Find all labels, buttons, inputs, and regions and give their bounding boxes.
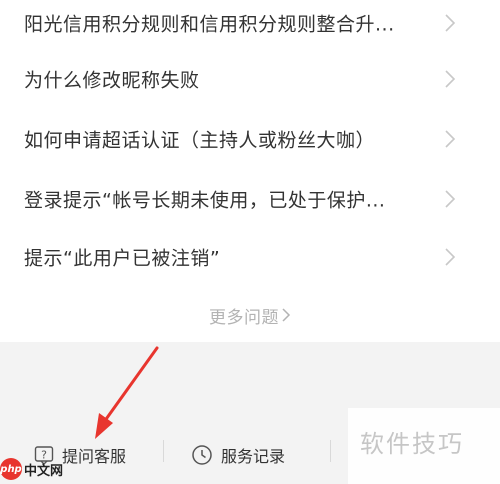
red-arrow-annotation [95, 346, 159, 439]
